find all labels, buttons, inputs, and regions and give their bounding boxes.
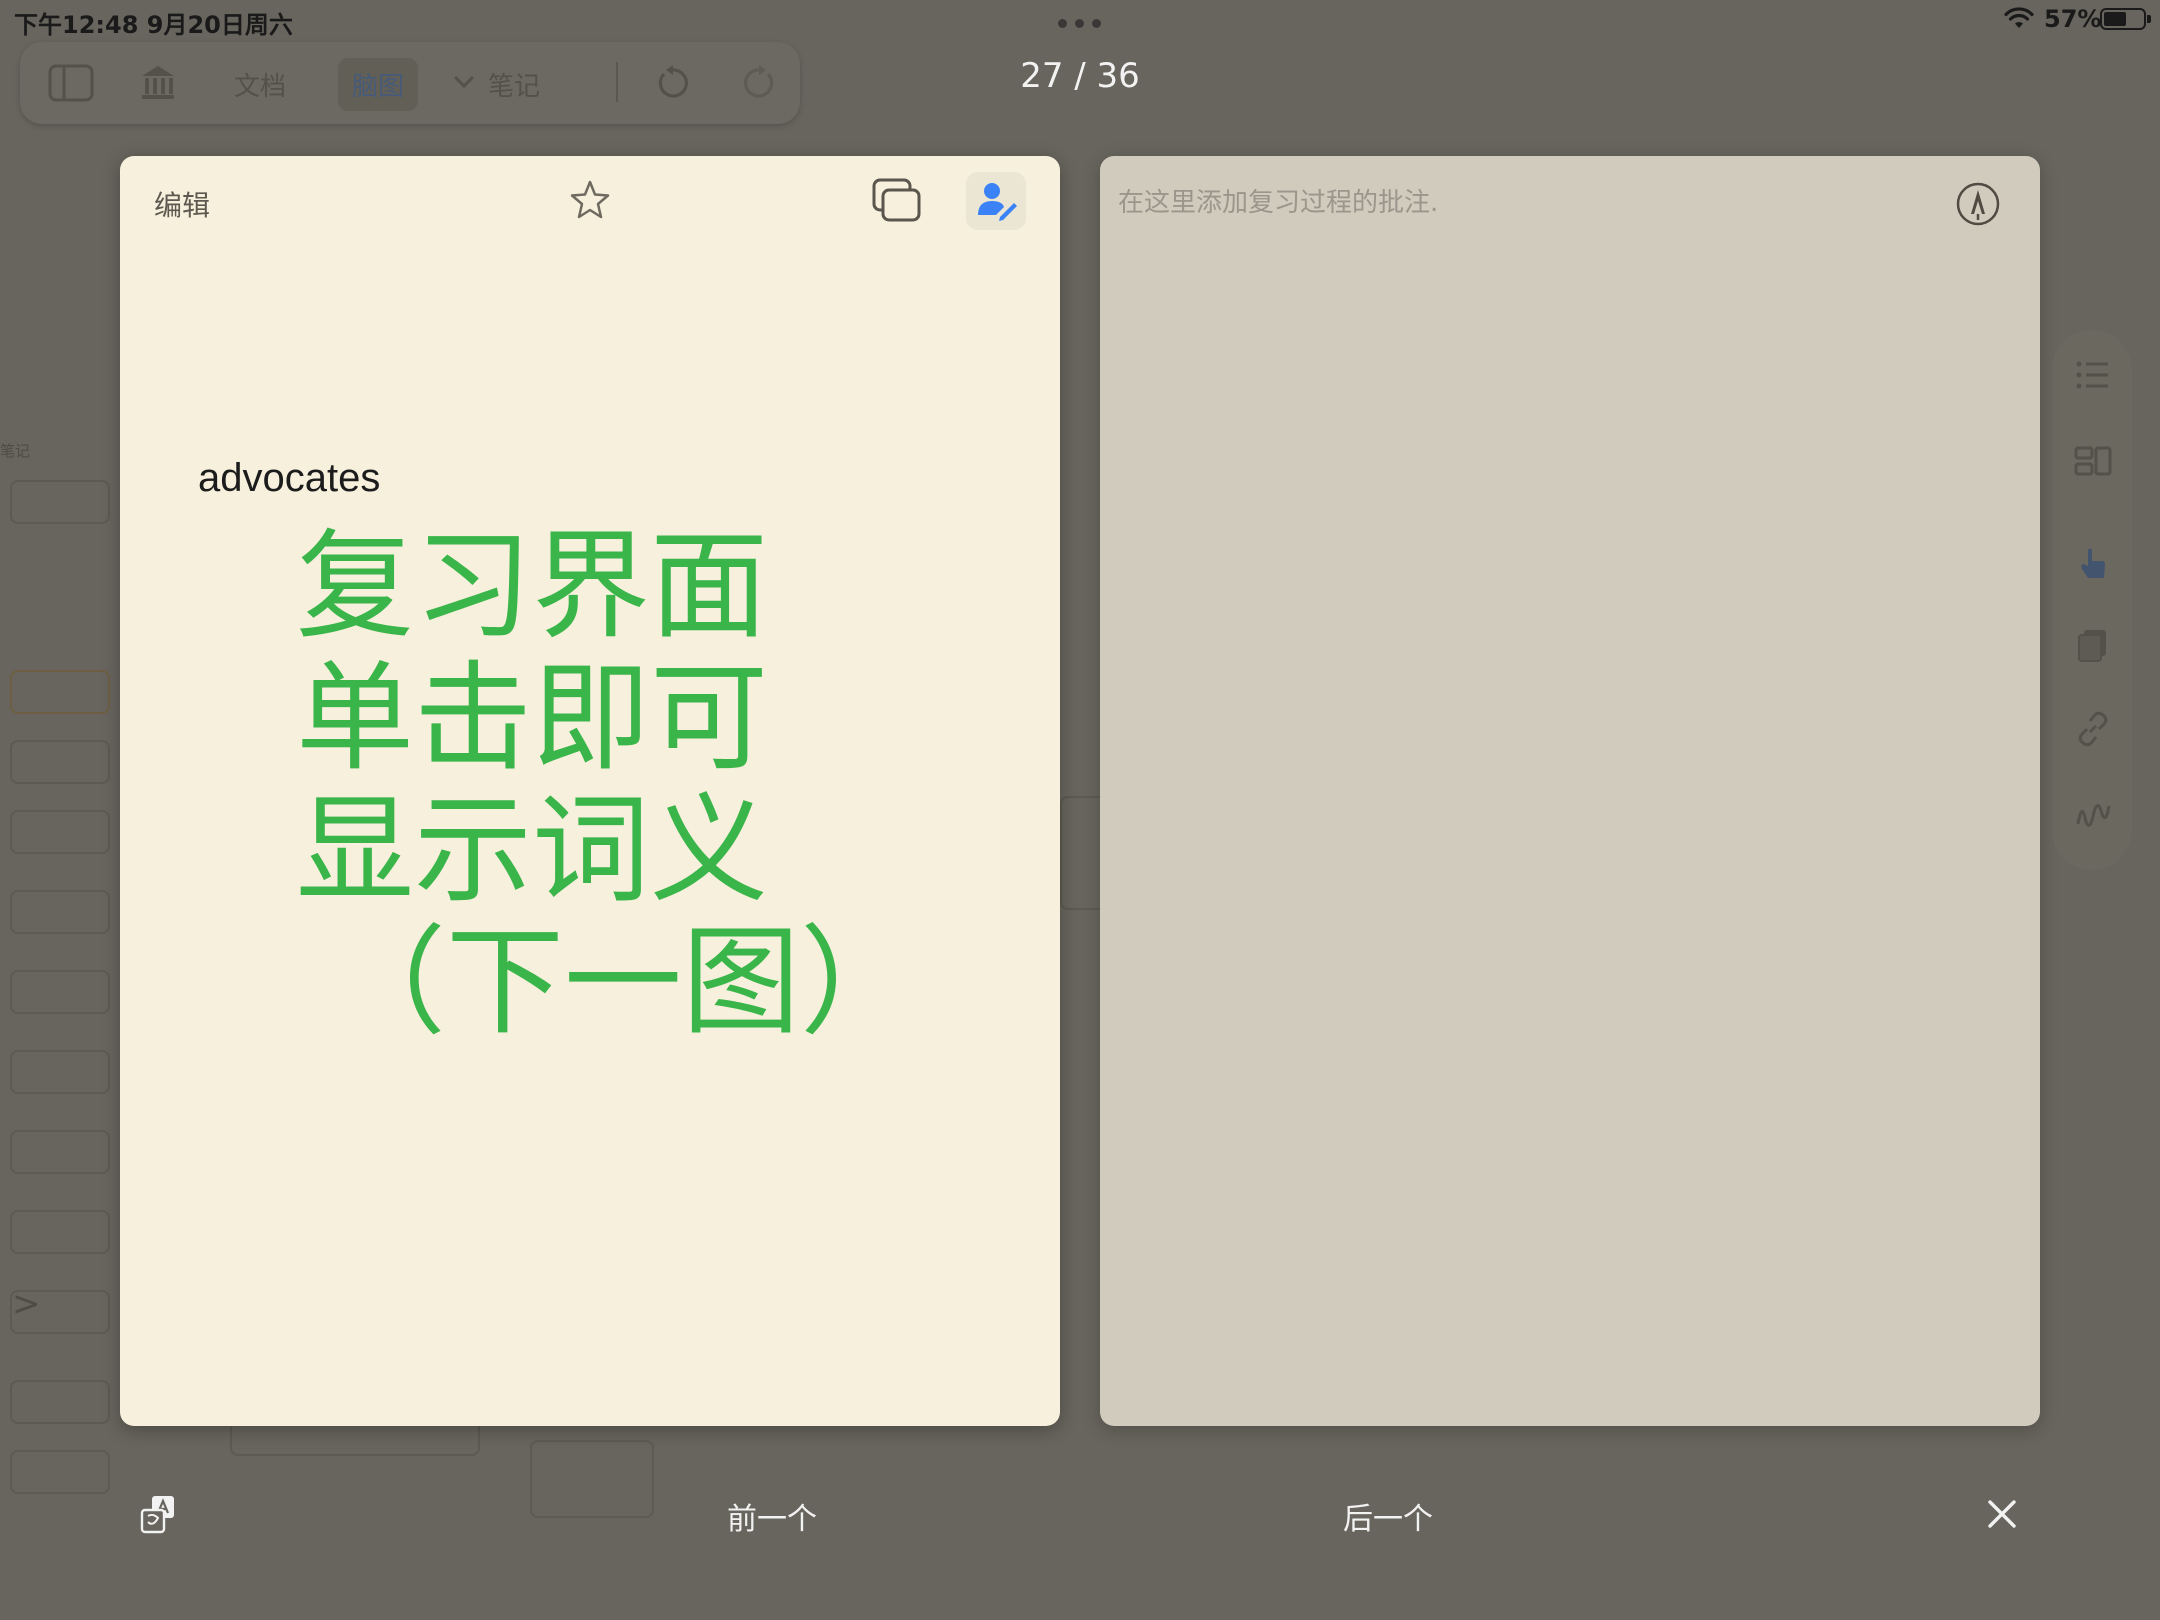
background-node — [10, 670, 110, 714]
multitasking-dots-icon[interactable] — [1058, 19, 1102, 29]
background-node — [10, 1380, 110, 1424]
background-node — [10, 810, 110, 854]
background-node — [10, 1210, 110, 1254]
review-notes-panel[interactable]: 在这里添加复习过程的批注. — [1100, 156, 2040, 1426]
annotation-line: 单击即可 — [296, 649, 769, 787]
review-note-input[interactable]: 在这里添加复习过程的批注. — [1118, 182, 1438, 219]
annotation-line: （下一图） — [328, 913, 919, 1051]
pencil-circle-icon[interactable] — [1954, 180, 2002, 228]
battery-percent: 57% — [2044, 5, 2102, 33]
next-card-button[interactable]: 后一个 — [1316, 1494, 1460, 1538]
flip-card-icon[interactable] — [138, 1494, 180, 1536]
edit-button[interactable]: 编辑 — [154, 184, 210, 224]
review-bottom-bar: 前一个 后一个 — [0, 1480, 2160, 1550]
status-bar: 下午12:48 9月20日周六 57% — [0, 0, 2160, 40]
background-chevron-right-icon: > — [12, 1284, 41, 1324]
background-node — [10, 1130, 110, 1174]
toolbar-documents: 文档 — [234, 72, 287, 102]
annotation-overlay: 复习界面 单击即可 显示词义 （下一图） — [296, 520, 918, 1048]
hand-pointer-icon — [2081, 548, 2105, 578]
previous-card-button[interactable]: 前一个 — [700, 1494, 844, 1538]
background-node — [10, 890, 110, 934]
background-left-panel — [0, 430, 120, 1580]
background-toolbar: 文档 脑图 笔记 — [20, 42, 800, 124]
flashcard-word: advocates — [198, 456, 381, 500]
edit-person-button[interactable] — [966, 172, 1026, 230]
person-edit-icon — [978, 183, 1017, 221]
copy-document-icon — [2078, 630, 2106, 662]
background-node — [10, 480, 110, 524]
battery-icon — [2100, 8, 2151, 30]
sidebar-toggle-icon — [48, 64, 94, 102]
toolbar-notes: 笔记 — [488, 72, 541, 102]
library-icon — [142, 66, 174, 99]
battery-fill — [2104, 12, 2126, 26]
background-node — [10, 1050, 110, 1094]
annotation-line: 复习界面 — [296, 517, 769, 655]
redo-icon — [744, 65, 774, 98]
close-icon[interactable] — [1982, 1494, 2022, 1534]
annotation-line: 显示词义 — [296, 781, 769, 919]
wifi-icon — [2004, 7, 2034, 28]
list-icon — [2076, 361, 2108, 389]
background-notes-label: 笔记 — [0, 442, 31, 460]
layout-icon — [2074, 446, 2112, 476]
status-time: 下午12:48 9月20日周六 — [14, 11, 293, 39]
toolbar-mindmap: 脑图 — [338, 58, 419, 111]
background-right-rail — [2052, 330, 2132, 870]
undo-icon — [658, 65, 688, 98]
background-node — [10, 740, 110, 784]
toolbar-separator — [616, 62, 618, 102]
link-icon — [2078, 711, 2108, 747]
scribble-icon — [2076, 804, 2111, 827]
star-icon[interactable] — [568, 178, 612, 222]
background-node — [10, 970, 110, 1014]
chevron-down-icon — [453, 75, 475, 89]
cards-copy-icon[interactable] — [872, 178, 922, 224]
page-indicator: 27 / 36 — [1020, 56, 1140, 96]
